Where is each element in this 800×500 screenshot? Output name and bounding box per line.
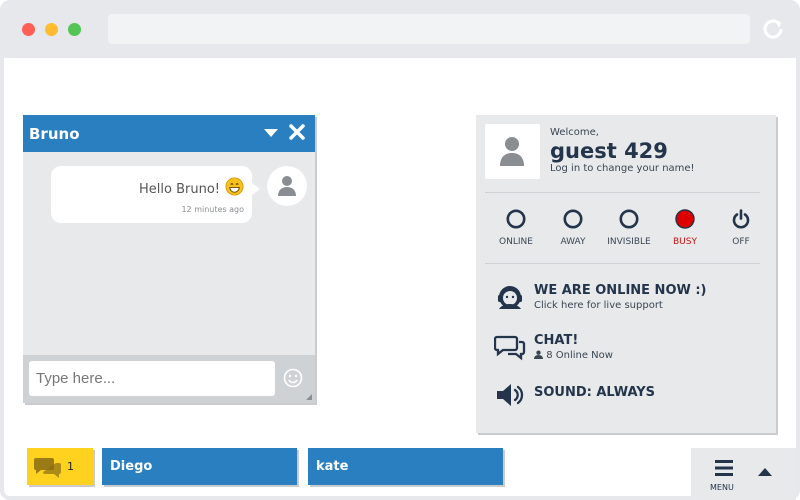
hamburger-menu-icon[interactable]: [715, 460, 733, 476]
chat-header[interactable]: Bruno: [23, 115, 315, 152]
chat-message-input[interactable]: [29, 361, 275, 396]
divider: [485, 263, 760, 264]
profile-avatar: [485, 124, 540, 179]
speaker-icon: [497, 384, 524, 406]
chat-bubbles-icon: [34, 458, 61, 478]
unread-messages-tab[interactable]: 1: [27, 448, 93, 485]
status-ring-icon: [563, 209, 583, 229]
resize-handle-icon[interactable]: [306, 394, 312, 400]
minimize-chat-icon[interactable]: [263, 126, 279, 140]
status-label: INVISIBLE: [607, 237, 651, 247]
maximize-window-icon[interactable]: [68, 23, 81, 36]
message-text: Hello Bruno!: [139, 182, 220, 197]
status-label: ONLINE: [499, 237, 533, 247]
online-count: 8 Online Now: [534, 350, 613, 361]
chat-title: Bruno: [29, 125, 80, 143]
chat-tab-label: kate: [316, 459, 349, 474]
chat-link[interactable]: CHAT! 8 Online Now: [494, 333, 754, 363]
sound-toggle[interactable]: SOUND: ALWAYS: [494, 381, 754, 409]
guest-name: guest 429: [550, 139, 668, 163]
minimize-window-icon[interactable]: [45, 23, 58, 36]
status-away[interactable]: AWAY: [543, 209, 603, 247]
status-off[interactable]: OFF: [711, 209, 771, 247]
menu-area: MENU: [691, 448, 796, 500]
chat-tab-kate[interactable]: kate: [308, 448, 503, 485]
contact-avatar: [267, 166, 307, 206]
sound-title: SOUND: ALWAYS: [534, 385, 656, 400]
chat-tab-diego[interactable]: Diego: [102, 448, 297, 485]
close-window-icon[interactable]: [22, 23, 35, 36]
chat-input-bar: [23, 355, 315, 403]
power-icon: [732, 209, 750, 229]
live-support-link[interactable]: WE ARE ONLINE NOW :) Click here for live…: [494, 283, 754, 313]
chat-title: CHAT!: [534, 333, 579, 348]
support-subtitle: Click here for live support: [534, 300, 663, 311]
close-chat-icon[interactable]: [288, 123, 306, 141]
online-count-text: 8 Online Now: [546, 350, 613, 361]
unread-count-badge: 1: [67, 460, 74, 473]
login-hint: Log in to change your name!: [550, 163, 695, 174]
person-icon: [534, 350, 543, 359]
menu-label[interactable]: MENU: [710, 483, 734, 492]
welcome-text: Welcome,: [550, 127, 599, 138]
status-label: BUSY: [673, 237, 697, 247]
message-timestamp: 12 minutes ago: [181, 205, 244, 214]
status-invisible[interactable]: INVISIBLE: [599, 209, 659, 247]
user-silhouette-icon: [278, 176, 296, 196]
emoji-picker-icon[interactable]: [283, 368, 303, 388]
expand-up-icon[interactable]: [758, 468, 772, 476]
status-label: OFF: [732, 237, 750, 247]
status-label: AWAY: [560, 237, 586, 247]
address-bar[interactable]: [108, 14, 750, 44]
reload-icon[interactable]: [760, 16, 786, 42]
user-silhouette-icon: [500, 137, 524, 166]
support-agent-icon: [498, 286, 522, 309]
browser-toolbar: [4, 4, 796, 58]
chat-bubbles-icon: [494, 335, 526, 361]
message-bubble: Hello Bruno! 12 minutes ago: [51, 166, 260, 223]
status-busy-dot-icon: [675, 209, 695, 229]
status-panel: Welcome, guest 429 Log in to change your…: [476, 115, 776, 433]
status-ring-icon: [619, 209, 639, 229]
chat-tab-label: Diego: [110, 459, 153, 474]
divider: [485, 192, 760, 193]
status-ring-icon: [506, 209, 526, 229]
status-online[interactable]: ONLINE: [486, 209, 546, 247]
smiley-emoji-icon: [225, 177, 244, 196]
support-title: WE ARE ONLINE NOW :): [534, 283, 707, 298]
chat-window: Bruno Hello Bruno! 12 minutes ago: [23, 115, 315, 403]
status-busy[interactable]: BUSY: [655, 209, 715, 247]
